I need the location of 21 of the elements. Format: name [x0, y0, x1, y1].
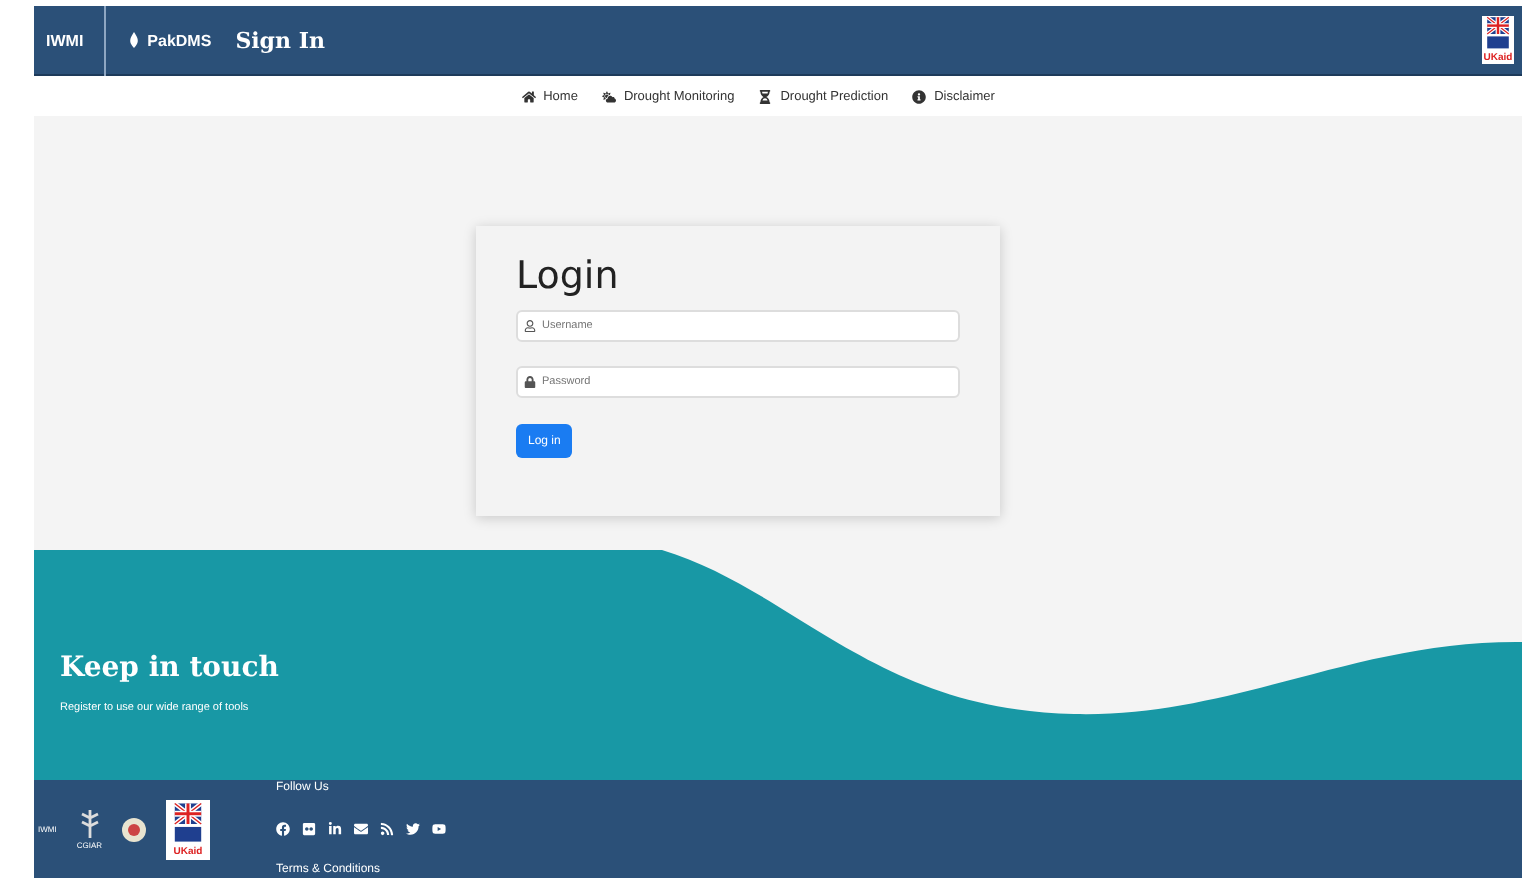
info-icon: [912, 89, 927, 103]
hourglass-icon: [758, 89, 773, 103]
lock-icon: [524, 376, 536, 388]
logo-text: IWMI: [46, 31, 84, 49]
section-heading: Keep in touch: [60, 652, 281, 684]
seal-icon: [122, 817, 147, 841]
logo-text: PakDMS: [147, 31, 212, 49]
home-icon: [521, 89, 536, 103]
cloud-sun-icon: [601, 89, 616, 103]
email-icon[interactable]: [354, 822, 368, 836]
twitter-icon[interactable]: [406, 822, 420, 836]
page-title: Sign In: [235, 27, 325, 53]
flickr-icon[interactable]: [302, 822, 316, 836]
wheat-icon: [79, 809, 100, 837]
login-title: Login: [516, 254, 621, 298]
drop-icon: [125, 32, 142, 48]
rss-icon[interactable]: [380, 822, 394, 836]
linkedin-icon[interactable]: [328, 822, 342, 836]
facebook-icon[interactable]: [276, 822, 290, 836]
user-icon: [524, 320, 536, 332]
youtube-icon[interactable]: [432, 822, 446, 836]
